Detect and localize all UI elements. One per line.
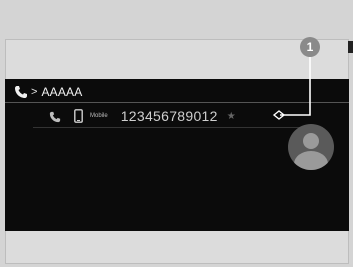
header-divider — [5, 102, 349, 103]
favorite-star-icon[interactable]: ★ — [227, 111, 236, 122]
number-type-label: Mobile — [90, 113, 108, 119]
person-icon — [288, 124, 334, 170]
contact-name: AAAAA — [41, 85, 83, 99]
call-icon[interactable] — [49, 110, 61, 123]
avatar-head — [303, 133, 319, 149]
phone-icon — [14, 85, 28, 99]
mobile-phone-icon — [74, 109, 83, 123]
chevron-right-icon: > — [31, 86, 38, 98]
row-divider — [33, 127, 303, 128]
contact-number-row[interactable]: Mobile 123456789012 ★ — [5, 105, 305, 127]
phone-number: 123456789012 — [120, 108, 218, 124]
avatar-body — [294, 151, 328, 170]
phonebook-screen: > AAAAA Mobile 123456789012 ★ — [5, 79, 349, 231]
callout-badge: 1 — [300, 37, 320, 57]
page-edge-marker — [348, 41, 353, 53]
contact-header[interactable]: > AAAAA — [5, 83, 349, 101]
